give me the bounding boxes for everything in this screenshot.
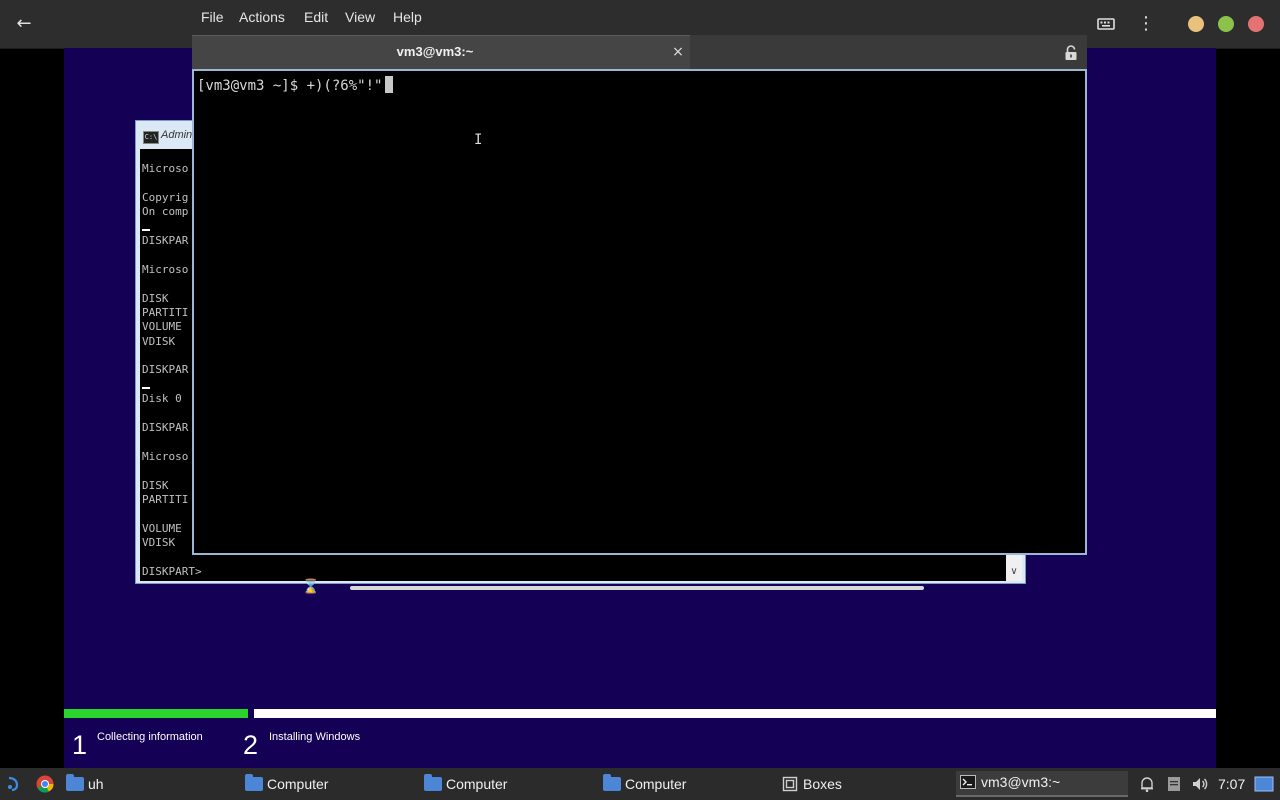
menu-actions[interactable]: Actions: [239, 9, 285, 25]
chrome-icon[interactable]: [36, 775, 54, 793]
setup-step-number: 1: [72, 730, 88, 760]
taskbar-item-label: Boxes: [803, 776, 842, 792]
taskbar-item-terminal[interactable]: vm3@vm3:~: [956, 771, 1128, 797]
terminal-icon: [960, 775, 976, 789]
cmd-line: DISK: [142, 292, 169, 305]
taskbar-item[interactable]: Computer: [603, 772, 686, 796]
cmd-line: Microso: [142, 450, 189, 463]
tab-close-button[interactable]: ×: [670, 43, 686, 61]
back-button[interactable]: ←: [10, 10, 38, 38]
setup-progress-separator: [248, 709, 254, 718]
taskbar-item[interactable]: Computer: [424, 772, 507, 796]
cmd-line: Microso: [142, 162, 189, 175]
keyboard-button[interactable]: [1094, 12, 1118, 36]
folder-icon: [603, 774, 621, 791]
cmd-line: VDISK: [142, 536, 176, 549]
cmd-window-title: Admin: [161, 129, 193, 141]
taskbar-item[interactable]: uh: [66, 772, 104, 796]
cmd-line: VOLUME: [142, 320, 182, 333]
show-desktop-icon[interactable]: [1254, 774, 1274, 794]
cmd-line: Microso: [142, 263, 189, 276]
setup-progress-bar: [64, 709, 1216, 718]
cmd-line: DISK: [142, 479, 169, 492]
cmd-line: PARTITI: [142, 306, 189, 319]
cmd-line: DISKPAR: [142, 234, 189, 247]
horizontal-scrollbar[interactable]: [350, 586, 924, 590]
start-menu-icon[interactable]: [5, 775, 23, 793]
cmd-cursor-mark: [142, 229, 150, 231]
cmd-line: DISKPAR: [142, 421, 189, 434]
cmd-prompt: DISKPART>: [142, 565, 202, 578]
setup-step-label: Collecting information: [97, 731, 203, 743]
arrow-left-icon: ←: [16, 13, 32, 34]
cmd-line: VOLUME: [142, 522, 182, 535]
setup-step-number: 2: [243, 730, 259, 760]
terminal-prompt-line: [vm3@vm3 ~]$ +)(?6%"!": [197, 76, 394, 95]
menu-view[interactable]: View: [345, 9, 375, 25]
cmd-cursor-mark: [142, 387, 150, 389]
notification-bell-icon[interactable]: [1138, 775, 1156, 793]
ibeam-cursor-icon: I: [474, 132, 483, 148]
cmd-line: PARTITI: [142, 493, 189, 506]
cmd-line: VDISK: [142, 335, 176, 348]
boxes-icon: [782, 776, 798, 792]
terminal-console[interactable]: [vm3@vm3 ~]$ +)(?6%"!" I: [192, 69, 1087, 555]
text-cursor: [385, 76, 394, 93]
close-button[interactable]: [1248, 16, 1264, 32]
menu-file[interactable]: File: [201, 9, 224, 25]
cmd-line: On comp: [142, 205, 189, 218]
taskbar-item-boxes[interactable]: Boxes: [782, 772, 842, 796]
menu-help[interactable]: Help: [393, 9, 422, 25]
terminal-window[interactable]: File Actions Edit View Help vm3@vm3:~ × …: [192, 0, 1087, 555]
cmd-line: DISKPAR: [142, 363, 189, 376]
setup-step-label: Installing Windows: [269, 731, 361, 743]
keyboard-icon: [1097, 18, 1115, 30]
taskbar-item-label: Computer: [446, 776, 508, 792]
folder-icon: [66, 774, 84, 791]
lock-icon: [1065, 45, 1077, 60]
cmd-line: Disk 0: [142, 392, 182, 405]
scroll-down-button[interactable]: ∨: [1006, 563, 1022, 581]
terminal-prompt-text: [vm3@vm3 ~]$ +)(?6%"!": [197, 78, 383, 94]
menu-button[interactable]: ⋮: [1136, 10, 1156, 38]
terminal-menubar: File Actions Edit View Help: [192, 0, 1087, 35]
terminal-tabbar: vm3@vm3:~ ×: [192, 35, 1087, 69]
menu-edit[interactable]: Edit: [304, 9, 328, 25]
taskbar-clock[interactable]: 7:07: [1218, 772, 1245, 796]
clipboard-icon[interactable]: [1165, 775, 1183, 793]
cmd-line: Copyrig: [142, 191, 189, 204]
setup-progress-fill: [64, 709, 249, 718]
taskbar-item-label: vm3@vm3:~: [981, 774, 1061, 790]
minimize-button[interactable]: [1188, 16, 1204, 32]
volume-icon[interactable]: [1191, 775, 1209, 793]
folder-icon: [245, 774, 263, 791]
folder-icon: [424, 774, 442, 791]
taskbar-item[interactable]: Computer: [245, 772, 328, 796]
hourglass-cursor-icon: ⌛: [302, 579, 320, 595]
taskbar-item-label: Computer: [267, 776, 329, 792]
chevron-down-icon: ∨: [1010, 566, 1018, 577]
terminal-tab-title: vm3@vm3:~: [396, 44, 474, 59]
vertical-dots-icon: ⋮: [1137, 13, 1155, 34]
lock-button[interactable]: [1064, 45, 1078, 61]
taskbar: uh Computer Computer Computer Boxes vm3@…: [0, 768, 1280, 800]
taskbar-item-label: Computer: [625, 776, 687, 792]
cmd-icon: C:\: [143, 131, 159, 144]
taskbar-item-label: uh: [88, 776, 104, 792]
terminal-tab[interactable]: vm3@vm3:~ ×: [192, 35, 690, 69]
maximize-button[interactable]: [1218, 16, 1234, 32]
